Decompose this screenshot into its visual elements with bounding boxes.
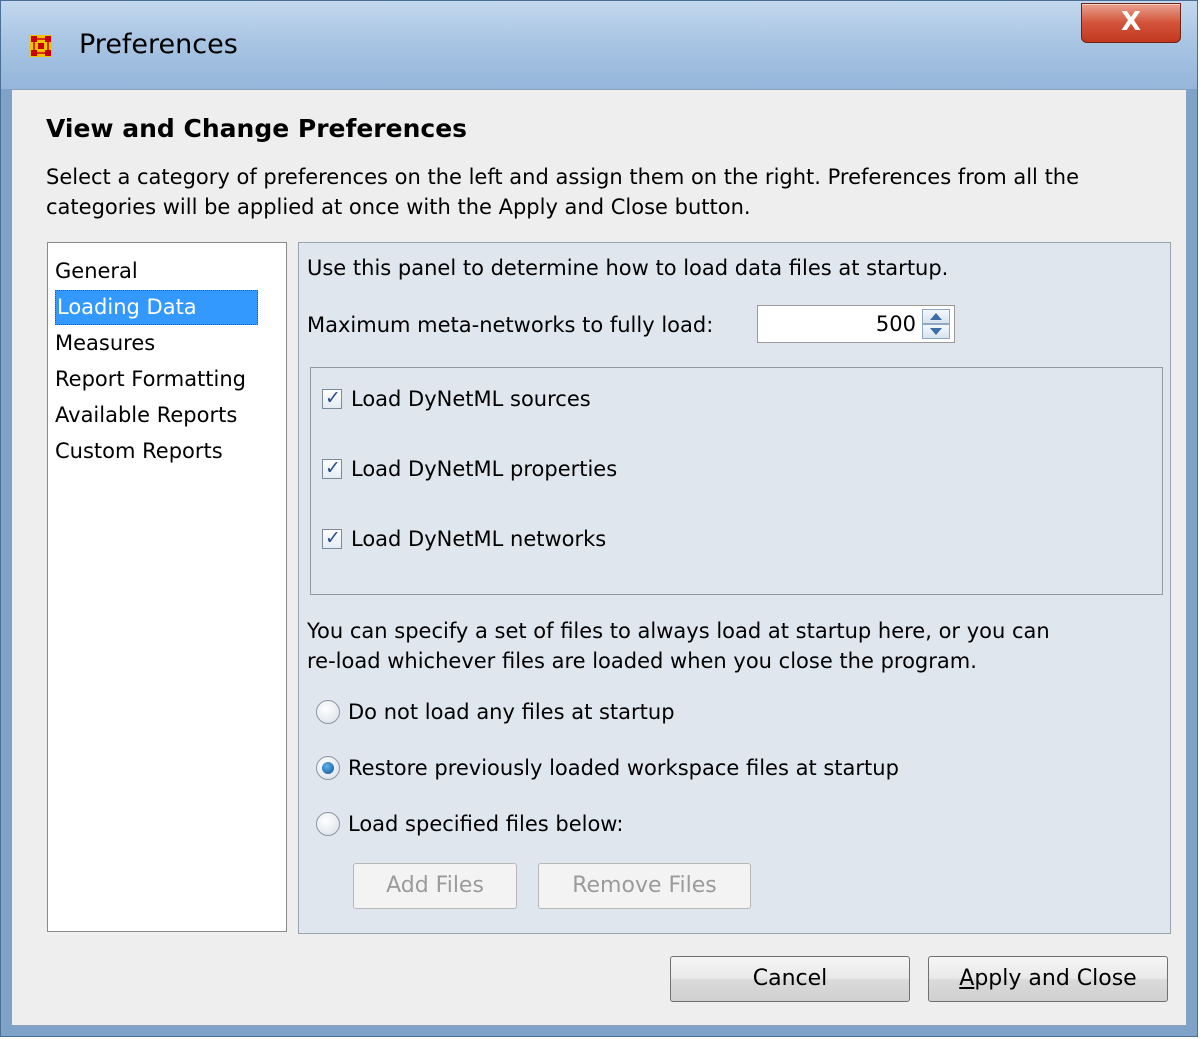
radio-button[interactable] <box>316 812 340 836</box>
preferences-window: Preferences X View and Change Preference… <box>0 0 1198 1037</box>
files-description-line-1: You can specify a set of files to always… <box>307 619 1050 643</box>
radio-no-files[interactable]: Do not load any files at startup <box>316 697 675 727</box>
radio-button-selected[interactable] <box>316 756 340 780</box>
category-label: Measures <box>55 331 156 355</box>
network-grid-icon <box>30 35 52 57</box>
page-description: Select a category of preferences on the … <box>46 165 1080 219</box>
page-title: View and Change Preferences <box>46 114 468 143</box>
category-item-report-formatting[interactable]: Report Formatting <box>48 361 286 397</box>
checkbox-label: Load DyNetML sources <box>351 387 591 411</box>
radio-label: Restore previously loaded workspace file… <box>348 756 899 780</box>
max-networks-label: Maximum meta-networks to fully load: <box>307 313 714 337</box>
remove-files-button[interactable]: Remove Files <box>538 863 751 909</box>
files-description-line-2: re-load whichever files are loaded when … <box>307 649 977 673</box>
checkbox-load-sources[interactable]: ✓ Load DyNetML sources <box>322 384 591 414</box>
title-bar[interactable]: Preferences X <box>1 1 1197 89</box>
category-label: Custom Reports <box>55 439 223 463</box>
category-item-general[interactable]: General <box>48 253 286 289</box>
dialog-body: View and Change Preferences Select a cat… <box>11 89 1187 1026</box>
category-label: Available Reports <box>55 403 238 427</box>
radio-restore-workspace[interactable]: Restore previously loaded workspace file… <box>316 753 899 783</box>
mnemonic-char: A <box>959 966 975 991</box>
radio-label: Load specified files below: <box>348 812 624 836</box>
max-networks-spinner[interactable]: 500 <box>757 305 955 343</box>
checkbox[interactable]: ✓ <box>322 527 342 549</box>
checkbox[interactable]: ✓ <box>322 457 342 479</box>
spin-down-icon[interactable] <box>922 324 950 339</box>
apply-label: pply and Close <box>974 966 1137 991</box>
category-label: General <box>55 259 138 283</box>
window-title: Preferences <box>79 29 238 60</box>
checkbox[interactable]: ✓ <box>322 387 342 409</box>
category-item-available-reports[interactable]: Available Reports <box>48 397 286 433</box>
category-item-loading-data[interactable]: Loading Data <box>48 289 286 325</box>
add-files-button[interactable]: Add Files <box>353 863 517 909</box>
category-label: Report Formatting <box>55 367 246 391</box>
loading-data-panel: Use this panel to determine how to load … <box>298 242 1171 934</box>
category-label-selected: Loading Data <box>55 290 258 325</box>
checkbox-label: Load DyNetML properties <box>351 457 618 481</box>
radio-specified-files[interactable]: Load specified files below: <box>316 809 623 839</box>
radio-label: Do not load any files at startup <box>348 700 675 724</box>
apply-and-close-button[interactable]: Apply and Close <box>928 956 1168 1002</box>
category-list[interactable]: General Loading Data Measures Report For… <box>47 242 287 932</box>
cancel-button[interactable]: Cancel <box>670 956 910 1002</box>
checkbox-label: Load DyNetML networks <box>351 527 607 551</box>
radio-button[interactable] <box>316 700 340 724</box>
check-icon: ✓ <box>325 457 341 479</box>
category-item-measures[interactable]: Measures <box>48 325 286 361</box>
category-item-custom-reports[interactable]: Custom Reports <box>48 433 286 469</box>
spinner-buttons <box>922 309 950 339</box>
check-icon: ✓ <box>325 527 341 549</box>
spin-up-icon[interactable] <box>922 309 950 324</box>
max-networks-value[interactable]: 500 <box>876 312 916 336</box>
radio-dot-icon <box>322 762 334 774</box>
checkbox-load-networks[interactable]: ✓ Load DyNetML networks <box>322 524 606 554</box>
check-icon: ✓ <box>325 387 341 409</box>
close-button[interactable]: X <box>1081 3 1181 43</box>
dynetml-options-group: ✓ Load DyNetML sources ✓ Load DyNetML pr… <box>310 367 1163 595</box>
panel-intro: Use this panel to determine how to load … <box>307 256 949 280</box>
checkbox-load-properties[interactable]: ✓ Load DyNetML properties <box>322 454 617 484</box>
